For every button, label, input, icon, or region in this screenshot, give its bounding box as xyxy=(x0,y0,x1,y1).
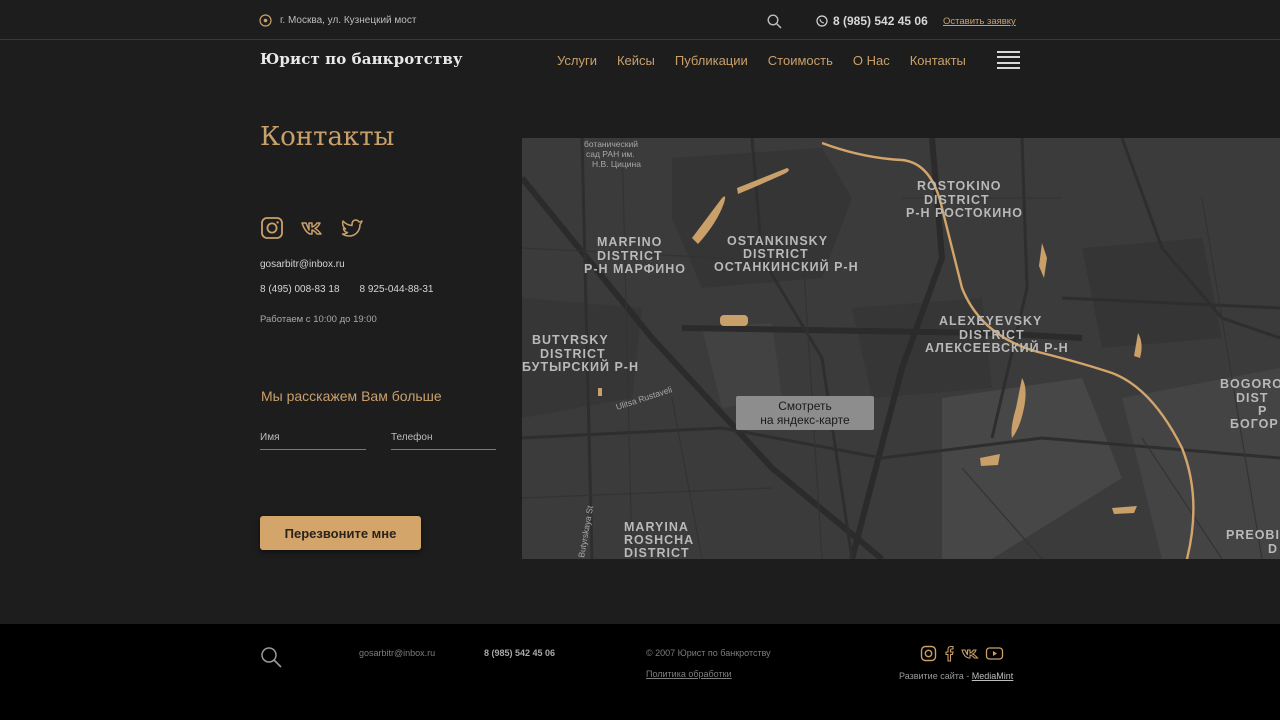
footer-copyright: © 2007 Юрист по банкротству xyxy=(646,648,771,658)
label-butyrsky-2: DISTRICT xyxy=(540,347,606,361)
footer-policy-link[interactable]: Политика обработки xyxy=(646,669,732,679)
request-link[interactable]: Оставить заявку xyxy=(943,16,1016,27)
label-bogorodskoye-3: Р xyxy=(1258,404,1267,418)
contact-phones: 8 (495) 008-83 18 8 925-044-88-31 xyxy=(260,284,433,295)
location-icon xyxy=(259,14,272,27)
top-bar: г. Москва, ул. Кузнецкий мост 8 (985) 54… xyxy=(0,0,1280,40)
footer-dev-link[interactable]: MediaMint xyxy=(972,671,1014,681)
contact-email[interactable]: gosarbitr@inbox.ru xyxy=(260,259,345,270)
label-rostokino-3: Р-Н РОСТОКИНО xyxy=(906,206,1023,220)
label-marfino-1: MARFINO xyxy=(597,235,662,249)
nav-item-publications[interactable]: Публикации xyxy=(675,53,748,68)
label-bogorodskoye-2: DIST xyxy=(1236,391,1268,405)
footer-phone[interactable]: 8 (985) 542 45 06 xyxy=(484,648,555,658)
footer-dev-prefix: Развитие сайта - xyxy=(899,671,972,681)
map-button-line-1: Смотреть xyxy=(778,399,832,413)
label-butyrsky-1: BUTYRSKY xyxy=(532,333,609,347)
footer: gosarbitr@inbox.ru 8 (985) 542 45 06 © 2… xyxy=(0,624,1280,720)
label-bogorodskoye-4: БОГОР xyxy=(1230,417,1279,431)
map-canvas: MARFINO DISTRICT Р-Н МАРФИНО OSTANKINSKY… xyxy=(522,138,1280,559)
search-icon[interactable] xyxy=(767,14,782,29)
address: г. Москва, ул. Кузнецкий мост xyxy=(259,14,416,27)
instagram-icon[interactable] xyxy=(260,216,284,240)
label-botanic-2: сад РАН им. xyxy=(586,149,635,159)
label-rostokino-2: DISTRICT xyxy=(924,193,990,207)
label-butyrsky-3: БУТЫРСКИЙ Р-Н xyxy=(522,359,639,374)
footer-email[interactable]: gosarbitr@inbox.ru xyxy=(359,648,435,658)
address-text: г. Москва, ул. Кузнецкий мост xyxy=(280,15,417,26)
social-links xyxy=(260,216,364,240)
label-maryina-3: DISTRICT xyxy=(624,546,690,559)
label-ostankinsky-3: ОСТАНКИНСКИЙ Р-Н xyxy=(714,259,859,274)
label-ostankinsky-2: DISTRICT xyxy=(743,247,809,261)
label-maryina-2: ROSHCHA xyxy=(624,533,694,547)
twitter-icon[interactable] xyxy=(340,216,364,240)
main-nav: Услуги Кейсы Публикации Стоимость О Нас … xyxy=(557,53,966,68)
footer-instagram-icon[interactable] xyxy=(920,645,937,662)
nav-item-services[interactable]: Услуги xyxy=(557,53,597,68)
working-hours: Работаем с 10:00 до 19:00 xyxy=(260,314,377,325)
label-alexeyevsky-3: АЛЕКСЕЕВСКИЙ Р-Н xyxy=(925,340,1069,355)
map[interactable]: MARFINO DISTRICT Р-Н МАРФИНО OSTANKINSKY… xyxy=(522,138,1280,559)
label-maryina-1: MARYINA xyxy=(624,520,689,534)
label-marfino-3: Р-Н МАРФИНО xyxy=(584,262,686,276)
label-botanic-1: ботанический xyxy=(584,139,638,149)
map-button-line-2: на яндекс-карте xyxy=(760,413,850,427)
footer-vk-icon[interactable] xyxy=(961,645,980,662)
footer-facebook-icon[interactable] xyxy=(942,645,956,662)
callback-button[interactable]: Перезвоните мне xyxy=(260,516,421,550)
label-marfino-2: DISTRICT xyxy=(597,249,663,263)
footer-developer: Развитие сайта - MediaMint xyxy=(899,671,1013,681)
header-phone-text: 8 (985) 542 45 06 xyxy=(833,14,928,28)
label-botanic-3: Н.В. Цицина xyxy=(592,159,641,169)
label-alexeyevsky-2: DISTRICT xyxy=(959,328,1025,342)
form-title: Мы расскажем Вам больше xyxy=(261,388,442,404)
nav-item-pricing[interactable]: Стоимость xyxy=(768,53,833,68)
phone-field[interactable]: Телефон xyxy=(391,432,496,450)
label-bogorodskoye-1: BOGORO xyxy=(1220,377,1280,391)
label-preobr-1: PREOBI xyxy=(1226,528,1280,542)
header-phone[interactable]: 8 (985) 542 45 06 xyxy=(816,14,928,28)
name-field[interactable]: Имя xyxy=(260,432,366,450)
label-alexeyevsky-1: ALEXEYEVSKY xyxy=(939,314,1042,328)
logo[interactable]: Юрист по банкротству xyxy=(260,50,463,68)
whatsapp-icon xyxy=(816,15,828,27)
nav-item-cases[interactable]: Кейсы xyxy=(617,53,655,68)
contact-phone-2[interactable]: 8 925-044-88-31 xyxy=(360,284,434,295)
open-yandex-map-button[interactable]: Смотреть на яндекс-карте xyxy=(736,396,874,430)
footer-social-links xyxy=(920,645,1004,662)
menu-icon[interactable] xyxy=(997,51,1020,69)
footer-youtube-icon[interactable] xyxy=(985,645,1004,662)
contact-phone-1[interactable]: 8 (495) 008-83 18 xyxy=(260,284,340,295)
nav-item-about[interactable]: О Нас xyxy=(853,53,890,68)
nav-item-contacts[interactable]: Контакты xyxy=(910,53,966,68)
label-preobr-2: D xyxy=(1268,542,1278,556)
label-ostankinsky-1: OSTANKINSKY xyxy=(727,234,828,248)
page-title: Контакты xyxy=(260,122,395,152)
label-rostokino-1: ROSTOKINO xyxy=(917,179,1001,193)
vk-icon[interactable] xyxy=(300,216,324,240)
footer-search-icon[interactable] xyxy=(260,646,282,668)
